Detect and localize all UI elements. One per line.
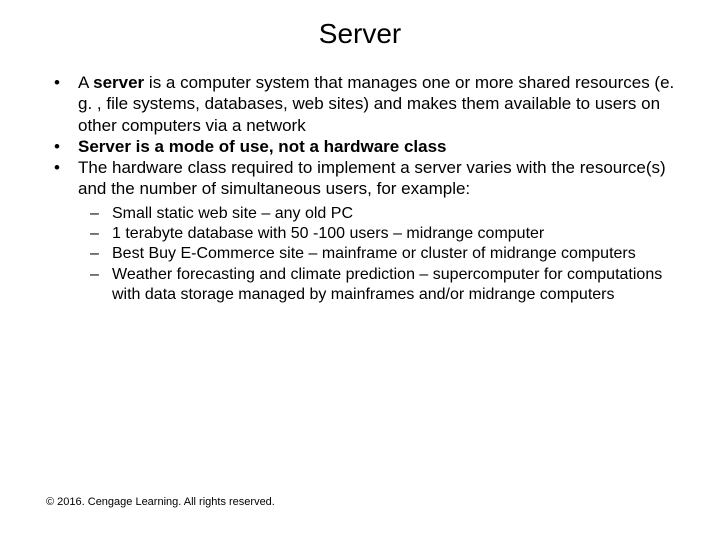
copyright-footer: © 2016. Cengage Learning. All rights res… — [46, 496, 275, 508]
bullet-list: A server is a computer system that manag… — [30, 72, 690, 306]
sub-item-3: Best Buy E-Commerce site – mainframe or … — [112, 244, 690, 264]
sub-item-2: 1 terabyte database with 50 -100 users –… — [112, 224, 690, 244]
sub-item-1: Small static web site – any old PC — [112, 204, 690, 224]
bullet-item-1: A server is a computer system that manag… — [78, 72, 690, 136]
bullet-1-bold: server — [93, 73, 144, 92]
sub-bullet-list: Small static web site – any old PC 1 ter… — [78, 204, 690, 306]
bullet-item-2: Server is a mode of use, not a hardware … — [78, 136, 690, 157]
bullet-1-post: is a computer system that manages one or… — [78, 73, 674, 135]
sub-item-4: Weather forecasting and climate predicti… — [112, 265, 690, 306]
bullet-3-text: The hardware class required to implement… — [78, 158, 666, 198]
slide-title: Server — [30, 18, 690, 50]
bullet-item-3: The hardware class required to implement… — [78, 157, 690, 306]
bullet-2-text: Server is a mode of use, not a hardware … — [78, 137, 447, 156]
bullet-1-pre: A — [78, 73, 93, 92]
